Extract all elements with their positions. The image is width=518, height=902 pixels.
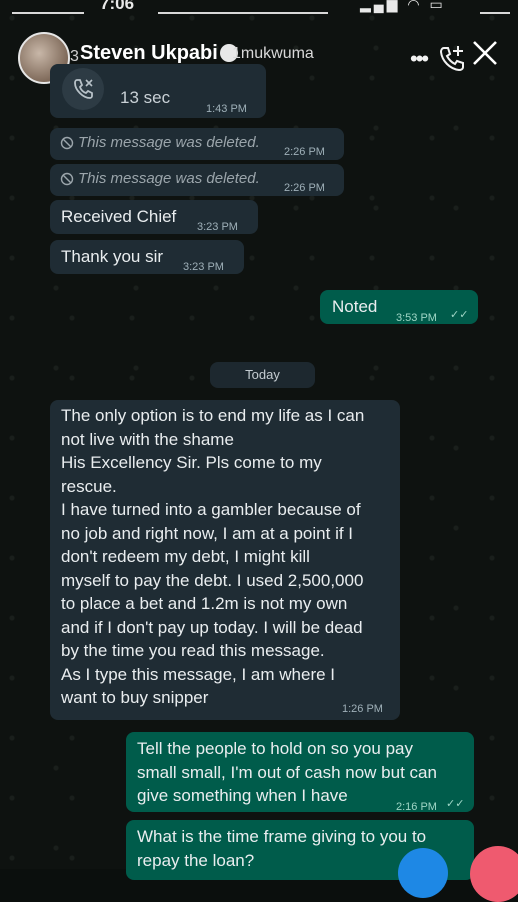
- double-check-icon: ✓✓: [446, 798, 465, 810]
- message-line: What is the time frame giving to you to: [137, 827, 427, 846]
- message-text: Thank you sir: [61, 247, 164, 266]
- forward-button[interactable]: [398, 848, 448, 898]
- contact-name[interactable]: Steven Ukpabi: [80, 42, 218, 65]
- deleted-message-bubble[interactable]: This message was deleted. 2:26 PM: [50, 164, 344, 196]
- call-message-bubble[interactable]: 13 sec 1:43 PM: [50, 64, 266, 118]
- message-line: myself to pay the debt. I used 2,500,000: [61, 570, 364, 590]
- status-divider: [12, 12, 84, 14]
- message-time: 3:53 PM: [396, 312, 437, 324]
- deleted-message-bubble[interactable]: This message was deleted. 2:26 PM: [50, 128, 344, 160]
- more-dots-icon[interactable]: •••: [410, 46, 429, 72]
- message-bubble[interactable]: Received Chief 3:23 PM: [50, 200, 258, 234]
- message-line: I have turned into a gambler because of: [61, 500, 361, 519]
- phone-icon: [74, 79, 93, 99]
- message-line: The only option is to end my life as I c…: [61, 406, 365, 425]
- message-line: by the time you read this message.: [61, 641, 325, 660]
- message-bubble[interactable]: Thank you sir 3:23 PM: [50, 240, 244, 274]
- status-time: 7:06: [100, 0, 135, 13]
- message-time: 2:16 PM: [396, 801, 437, 813]
- message-line: no job and right now, I am at a point if…: [61, 523, 354, 543]
- message-time: 3:23 PM: [183, 261, 224, 273]
- message-text: Noted: [332, 297, 378, 316]
- status-divider: [480, 12, 510, 14]
- deleted-text: This message was deleted.: [78, 170, 260, 187]
- call-icon-container: [62, 68, 104, 110]
- message-time: 1:43 PM: [206, 103, 247, 115]
- message-line: not live with the shame: [61, 429, 234, 449]
- deleted-text: This message was deleted.: [78, 134, 260, 151]
- message-text: The only option is to end my life as I c…: [61, 404, 396, 710]
- message-line: small small, I'm out of cash now but can: [137, 762, 437, 782]
- like-button[interactable]: [470, 846, 518, 902]
- double-check-icon: ✓✓: [450, 309, 469, 321]
- post-age: 1m: [232, 45, 255, 62]
- message-line: to place a bet and 1.2m is not my own: [61, 594, 348, 613]
- message-line: and if I don't pay up today. I will be d…: [61, 617, 363, 637]
- add-call-icon[interactable]: [438, 44, 466, 72]
- message-line: His Excellency Sir. Pls come to my: [61, 453, 322, 472]
- status-divider: [158, 12, 328, 14]
- message-bubble[interactable]: The only option is to end my life as I c…: [50, 400, 400, 720]
- message-time: 1:26 PM: [342, 703, 383, 715]
- message-bubble-outgoing[interactable]: Noted 3:53 PM ✓✓: [320, 290, 478, 324]
- status-bar: 7:06 ▂▄▆ ◠ ▭: [0, 0, 518, 18]
- signal-wifi-battery-icons: ▂▄▆ ◠ ▭: [360, 0, 446, 12]
- close-icon[interactable]: [470, 38, 500, 68]
- message-line: As I type this message, I am where I: [61, 664, 336, 684]
- message-line: don't redeem my debt, I might kill: [61, 547, 310, 566]
- day-separator: Today: [210, 362, 315, 388]
- message-line: rescue.: [61, 476, 117, 496]
- message-bubble-outgoing[interactable]: Tell the people to hold on so you pay sma…: [126, 732, 474, 813]
- call-duration: 13 sec: [120, 88, 171, 107]
- header-subtext: 1mukwuma: [232, 45, 314, 63]
- blocked-icon: [60, 169, 74, 193]
- message-text: Received Chief: [61, 207, 177, 226]
- message-time: 2:26 PM: [284, 182, 325, 194]
- message-time: 3:23 PM: [197, 221, 238, 233]
- header-subtext-2: ukwuma: [254, 45, 314, 62]
- blocked-icon: [60, 133, 74, 157]
- message-line: Tell the people to hold on so you pay: [137, 739, 413, 758]
- message-time: 2:26 PM: [284, 146, 325, 158]
